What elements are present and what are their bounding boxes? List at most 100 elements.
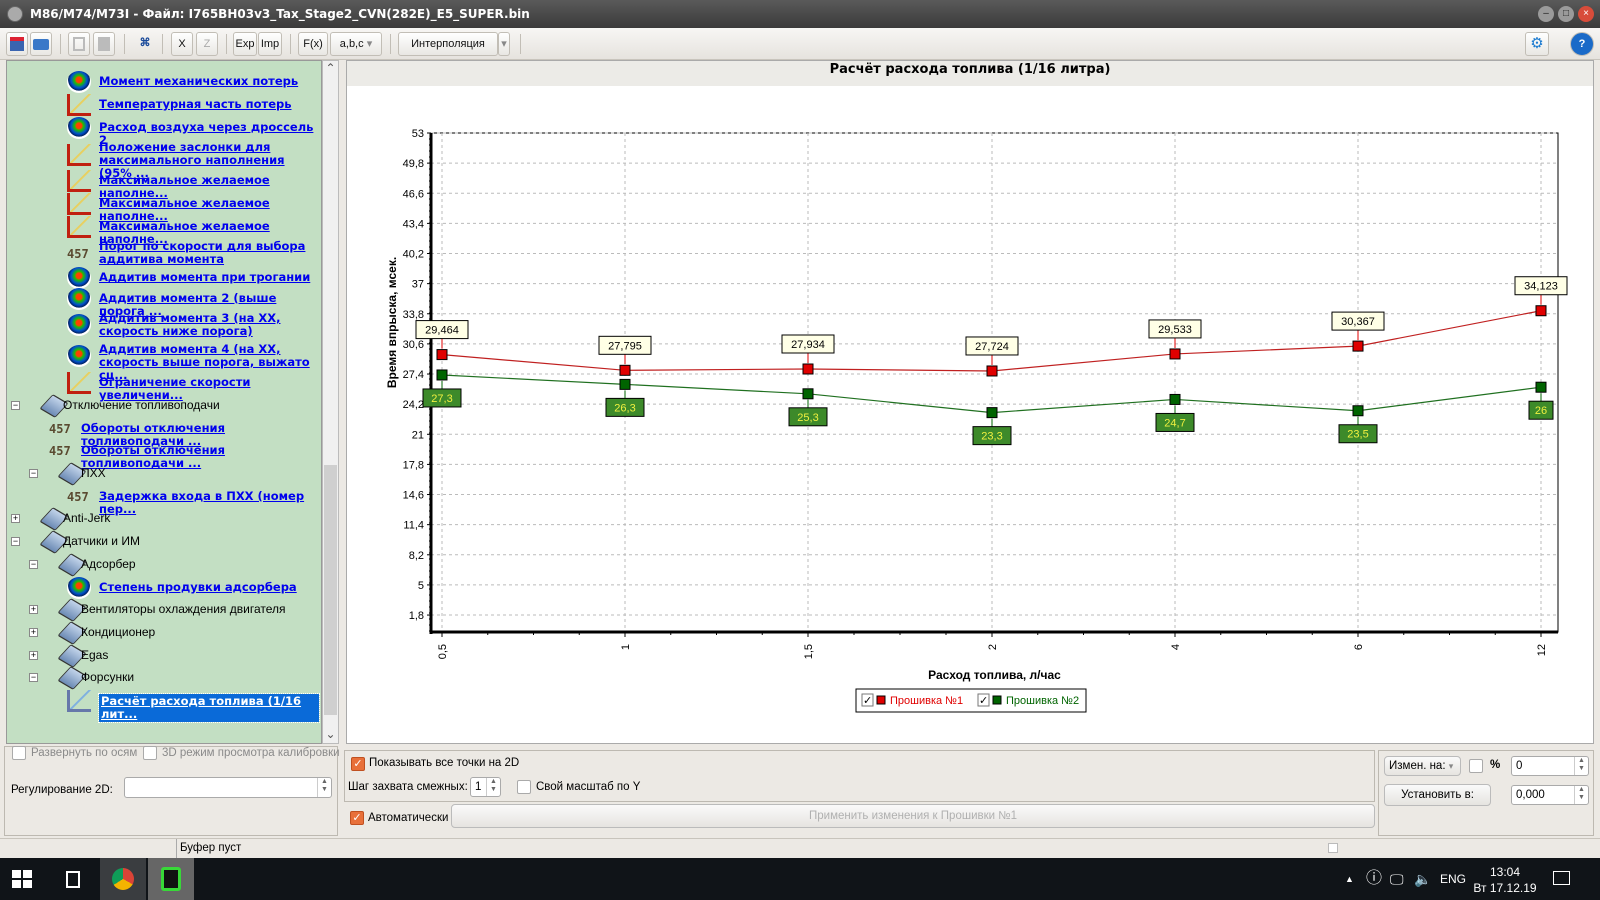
y-tick-label: 46,6 [403,188,424,200]
status-indicator [1328,843,1338,853]
legend-label: Прошивка №1 [890,695,963,707]
step-input[interactable]: 1 ▲ ▼ [470,777,501,797]
auto-checkbox[interactable]: ✓ [350,811,364,825]
percent-label: % [1490,759,1501,771]
step-spinner[interactable]: ▲ ▼ [486,778,500,796]
set-to-button[interactable]: Установить в: [1384,784,1491,806]
y-axis-label: Время впрыска, мсек. [385,257,399,388]
y-tick-label: 1,8 [409,610,424,622]
y-tick-label: 30,6 [403,339,424,351]
clock-time: 13:04 [1489,865,1521,879]
task-view-icon [66,871,80,888]
x-tick-label: 1 [620,644,632,650]
legend-check-mark: ✓ [979,695,988,707]
change-by-dropdown[interactable]: Измен. на: ▾ [1384,756,1461,776]
x-tick-label: 4 [1170,644,1182,650]
percent-checkbox[interactable] [1469,759,1483,773]
legend-label: Прошивка №2 [1006,695,1079,707]
clock[interactable]: 13:04 Вт 17.12.19 [1470,858,1540,900]
legend-marker [992,695,1002,705]
y-tick-label: 11,4 [403,520,424,532]
y-tick-label: 40,2 [403,249,424,261]
data-label: 29,464 [425,325,459,337]
legend-marker [876,695,886,705]
data-label: 27,3 [431,393,452,405]
x-tick-label: 0,5 [437,644,449,659]
show-hidden-icons[interactable]: ▲ [1345,858,1354,900]
y-tick-label: 21 [412,429,424,441]
y-tick-label: 37 [412,279,424,291]
change-value-input[interactable]: 0 ▲ ▼ [1511,756,1589,776]
chrome-taskbar-button[interactable] [100,858,146,900]
data-point [619,364,631,376]
show-all-points-checkbox[interactable]: ✓ [351,757,365,771]
data-label: 25,3 [797,412,818,424]
data-point [1352,340,1364,352]
y-tick-label: 43,4 [403,218,424,230]
display-options-panel: ✓ Показывать все точки на 2D Шаг захвата… [344,750,1375,802]
app-chip-icon [161,867,181,891]
step-label: Шаг захвата смежных: [348,781,468,793]
data-point [1535,381,1547,393]
data-label: 30,367 [1341,316,1375,328]
data-point [1535,305,1547,317]
app-taskbar-button[interactable] [148,858,194,900]
language-indicator[interactable]: ENG [1440,858,1466,900]
data-label: 23,5 [1347,429,1368,441]
x-tick-label: 12 [1536,644,1548,656]
auto-label: Автоматически [368,812,449,824]
data-label: 27,724 [975,341,1009,353]
set-value-input[interactable]: 0,000 ▲ ▼ [1511,785,1589,805]
data-label: 29,533 [1158,324,1192,336]
status-bar: Буфер пуст [0,838,1600,858]
x-tick-label: 2 [987,644,999,650]
data-label: 23,3 [981,431,1002,443]
x-tick-label: 1,5 [803,644,815,659]
y-tick-label: 14,6 [403,490,424,502]
y-tick-label: 33,8 [403,309,424,321]
data-point [619,378,631,390]
data-label: 26 [1535,405,1547,417]
start-button[interactable] [12,858,36,900]
volume-icon[interactable]: 🔈 [1414,858,1431,900]
data-point [436,349,448,361]
show-all-points-label: Показывать все точки на 2D [369,757,520,769]
apply-changes-button[interactable]: Применить изменения к Прошивки №1 [451,804,1375,828]
data-label: 27,934 [791,339,825,351]
chrome-icon [112,868,134,890]
change-value-spinner[interactable]: ▲ ▼ [1574,757,1588,775]
network-icon[interactable]: 🖵 [1390,858,1404,900]
y-tick-label: 8,2 [409,550,424,562]
data-point [436,369,448,381]
line-chart[interactable]: 5349,846,643,440,23733,830,627,424,22117… [0,0,1600,740]
taskbar [0,858,1600,900]
data-label: 34,123 [1524,281,1558,293]
task-view-button[interactable] [62,858,86,900]
data-point [986,365,998,377]
buffer-status: Буфер пуст [176,839,241,858]
own-scale-label: Свой масштаб по Y [536,781,641,793]
y-tick-label: 49,8 [403,158,424,170]
data-point [986,407,998,419]
data-point [1169,348,1181,360]
notification-icon[interactable]: ⓘ [1366,858,1382,900]
own-scale-checkbox[interactable] [517,780,531,794]
data-label: 27,795 [608,340,642,352]
windows-icon [12,870,32,888]
data-point [1169,393,1181,405]
legend-check-mark: ✓ [863,695,872,707]
message-icon [1553,871,1570,885]
data-point [802,388,814,400]
y-tick-label: 17,8 [403,459,424,471]
data-label: 24,7 [1164,417,1185,429]
data-label: 26,3 [614,402,635,414]
x-axis-label: Расход топлива, л/час [928,668,1061,682]
clock-date: Вт 17.12.19 [1473,881,1537,895]
value-edit-panel: Измен. на: ▾ % 0 ▲ ▼ Установить в: 0,000 ▲ ▼ [1378,750,1594,836]
y-tick-label: 53 [412,128,424,140]
data-point [1352,405,1364,417]
y-tick-label: 5 [418,580,424,592]
chevron-down-icon: ▾ [1448,761,1454,771]
set-value-spinner[interactable]: ▲ ▼ [1574,786,1588,804]
action-center-button[interactable] [1553,858,1573,900]
